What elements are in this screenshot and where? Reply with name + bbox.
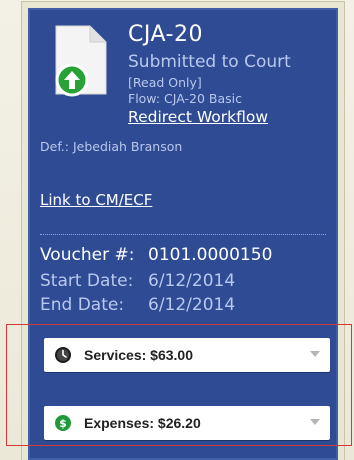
voucher-number-row: Voucher #: 0101.0000150 — [40, 245, 272, 265]
start-date-value: 6/12/2014 — [148, 271, 236, 291]
document-upload-icon — [55, 25, 107, 97]
end-date-value: 6/12/2014 — [148, 295, 236, 315]
end-date-label: End Date: — [40, 295, 125, 315]
read-only-indicator: [Read Only] — [128, 75, 202, 90]
dollar-icon: $ — [55, 415, 71, 431]
chevron-down-icon[interactable] — [310, 419, 320, 425]
cmecf-link[interactable]: Link to CM/ECF — [40, 191, 152, 209]
expenses-dropdown[interactable]: $ Expenses: $26.20 — [44, 406, 330, 440]
services-total: Services: $63.00 — [84, 347, 193, 363]
voucher-number-value: 0101.0000150 — [148, 245, 273, 265]
services-dropdown[interactable]: Services: $63.00 — [44, 338, 330, 372]
workflow-name: Flow: CJA-20 Basic — [128, 91, 242, 106]
end-date-row: End Date: 6/12/2014 — [40, 295, 235, 315]
clock-icon — [55, 347, 71, 363]
defendant-name: Def.: Jebediah Branson — [40, 139, 183, 154]
expenses-total: Expenses: $26.20 — [84, 415, 201, 431]
window-frame: CJA-20 Submitted to Court [Read Only] Fl… — [0, 0, 354, 460]
start-date-label: Start Date: — [40, 271, 134, 291]
voucher-number-label: Voucher #: — [40, 245, 135, 265]
voucher-panel: CJA-20 Submitted to Court [Read Only] Fl… — [28, 8, 338, 460]
chevron-down-icon[interactable] — [310, 351, 320, 357]
redirect-workflow-link[interactable]: Redirect Workflow — [128, 108, 268, 126]
start-date-row: Start Date: 6/12/2014 — [40, 271, 235, 291]
form-title: CJA-20 — [128, 22, 203, 47]
svg-text:$: $ — [59, 417, 67, 430]
divider — [40, 234, 326, 235]
form-status: Submitted to Court — [128, 52, 291, 72]
